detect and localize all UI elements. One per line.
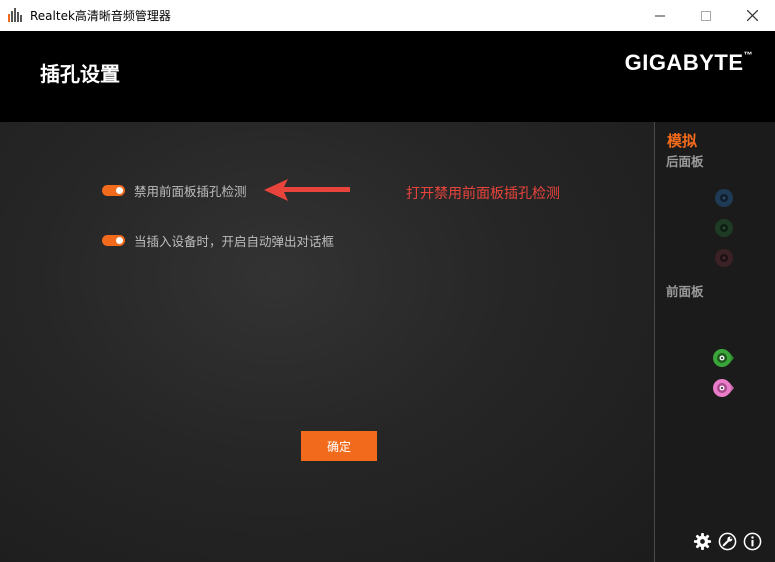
maximize-icon bbox=[701, 10, 711, 21]
minimize-button[interactable] bbox=[637, 0, 683, 31]
app-icon bbox=[8, 8, 22, 22]
title-bar: Realtek高清晰音频管理器 bbox=[0, 0, 775, 31]
page-title: 插孔设置 bbox=[40, 62, 120, 86]
close-icon bbox=[746, 10, 758, 21]
close-button[interactable] bbox=[729, 0, 775, 31]
pink-jack-icon[interactable] bbox=[713, 247, 735, 269]
annotation-text: 打开禁用前面板插孔检测 bbox=[406, 186, 560, 202]
window-title: Realtek高清晰音频管理器 bbox=[30, 9, 171, 23]
auto-popup-dialog-option[interactable]: 当插入设备时，开启自动弹出对话框 bbox=[102, 231, 334, 250]
front-panel-label: 前面板 bbox=[666, 284, 704, 299]
auto-popup-dialog-toggle[interactable] bbox=[102, 235, 125, 246]
disable-front-panel-detection-toggle[interactable] bbox=[102, 185, 125, 196]
toggle-knob bbox=[116, 237, 123, 244]
main-panel: 禁用前面板插孔检测 打开禁用前面板插孔检测 当插入设备时，开启自动弹出对话框 确… bbox=[0, 122, 654, 562]
header: 插孔设置 GIGABYTE™ bbox=[0, 31, 775, 122]
sidebar: 模拟 后面板 前面板 bbox=[655, 122, 775, 562]
brand-logo: GIGABYTE™ bbox=[625, 50, 753, 76]
analog-section-title: 模拟 bbox=[667, 132, 698, 150]
auto-popup-dialog-label: 当插入设备时，开启自动弹出对话框 bbox=[134, 234, 335, 249]
blue-jack-icon[interactable] bbox=[713, 187, 735, 209]
sidebar-tools bbox=[693, 532, 762, 551]
gear-icon[interactable] bbox=[693, 532, 712, 551]
disable-front-panel-detection-label: 禁用前面板插孔检测 bbox=[134, 184, 247, 199]
toggle-knob bbox=[116, 187, 123, 194]
maximize-button[interactable] bbox=[683, 0, 729, 31]
annotation-arrow-icon bbox=[264, 179, 350, 201]
green-jack-icon[interactable] bbox=[712, 347, 734, 369]
rear-panel-label: 后面板 bbox=[666, 154, 704, 169]
ok-button[interactable]: 确定 bbox=[301, 431, 377, 461]
trademark-mark: ™ bbox=[743, 50, 753, 60]
pink-jack-icon[interactable] bbox=[712, 377, 734, 399]
brand-name: GIGABYTE bbox=[624, 50, 744, 75]
wrench-icon[interactable] bbox=[718, 532, 737, 551]
minimize-icon bbox=[655, 15, 665, 16]
green-jack-icon[interactable] bbox=[713, 217, 735, 239]
info-icon[interactable] bbox=[743, 532, 762, 551]
disable-front-panel-detection-option[interactable]: 禁用前面板插孔检测 bbox=[102, 181, 247, 200]
